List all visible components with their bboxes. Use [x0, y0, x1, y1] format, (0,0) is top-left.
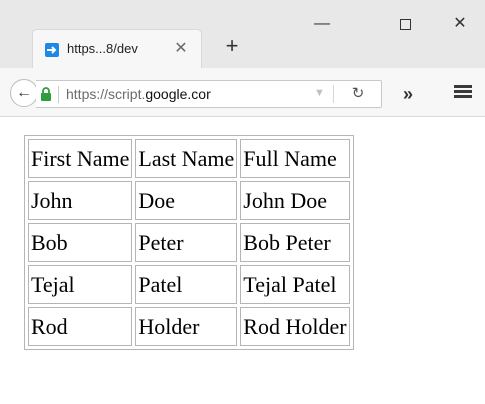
- overflow-icon[interactable]: »: [397, 85, 419, 103]
- table-row: Bob Peter Bob Peter: [28, 223, 350, 262]
- browser-tab[interactable]: https...8/dev ✕: [33, 30, 201, 68]
- table-row: Rod Holder Rod Holder: [28, 307, 350, 346]
- cell-full-name: Rod Holder: [240, 307, 350, 346]
- cell-first-name: Tejal: [28, 265, 133, 304]
- cell-last-name: Peter: [135, 223, 238, 262]
- address-bar[interactable]: https://script.google.cor ▼ ↻: [36, 80, 382, 108]
- cell-full-name: John Doe: [240, 181, 350, 220]
- close-icon[interactable]: ✕: [173, 41, 189, 57]
- url-prefix: https://script.: [66, 86, 146, 102]
- page-content: First Name Last Name Full Name John Doe …: [0, 117, 485, 404]
- url-text[interactable]: https://script.google.cor: [66, 86, 301, 102]
- cell-last-name: Patel: [135, 265, 238, 304]
- url-host: google.cor: [145, 86, 211, 102]
- title-bar: https...8/dev ✕ + — ✕: [0, 0, 485, 68]
- table-row: Tejal Patel Tejal Patel: [28, 265, 350, 304]
- header-first-name: First Name: [28, 139, 133, 178]
- plus-icon[interactable]: +: [220, 34, 244, 58]
- url-separator: [58, 86, 59, 103]
- cell-full-name: Bob Peter: [240, 223, 350, 262]
- cell-last-name: Holder: [135, 307, 238, 346]
- favicon-icon: [45, 43, 59, 57]
- dropdown-icon[interactable]: ▼: [314, 87, 325, 99]
- header-last-name: Last Name: [135, 139, 238, 178]
- table-row: John Doe John Doe: [28, 181, 350, 220]
- names-table: First Name Last Name Full Name John Doe …: [24, 135, 354, 350]
- cell-first-name: John: [28, 181, 133, 220]
- cell-last-name: Doe: [135, 181, 238, 220]
- tab-title: https...8/dev: [67, 41, 138, 56]
- back-arrow-icon[interactable]: ←: [10, 79, 38, 107]
- table-header-row: First Name Last Name Full Name: [28, 139, 350, 178]
- maximize-icon[interactable]: [393, 12, 417, 36]
- cell-first-name: Rod: [28, 307, 133, 346]
- lock-icon: [41, 87, 51, 101]
- hamburger-menu-icon[interactable]: [452, 83, 474, 103]
- cell-full-name: Tejal Patel: [240, 265, 350, 304]
- reload-icon[interactable]: ↻: [349, 85, 367, 103]
- navigation-toolbar: ← https://script.google.cor ▼ ↻ »: [0, 68, 485, 117]
- header-full-name: Full Name: [240, 139, 350, 178]
- url-divider: [333, 85, 334, 103]
- minimize-icon[interactable]: —: [310, 12, 334, 36]
- window-close-icon[interactable]: ✕: [448, 12, 472, 36]
- browser-window: https...8/dev ✕ + — ✕ ← https://script.g…: [0, 0, 485, 404]
- cell-first-name: Bob: [28, 223, 133, 262]
